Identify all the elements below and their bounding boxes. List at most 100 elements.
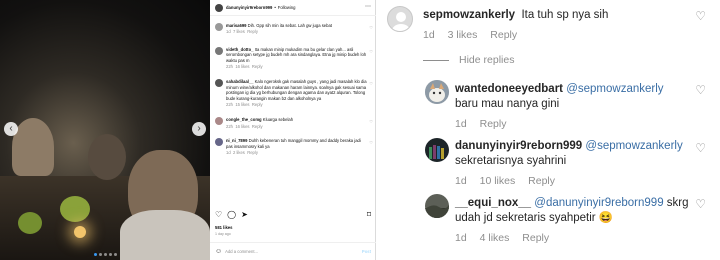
comment-likes[interactable]: 15 likes xyxy=(235,102,249,107)
comment-username[interactable]: wantedoneeyedbart xyxy=(455,83,563,95)
reply-button[interactable]: Reply xyxy=(252,124,263,129)
avatar[interactable] xyxy=(215,79,223,88)
heart-icon[interactable]: ♡ xyxy=(369,140,373,145)
hide-replies-button[interactable]: Hide replies xyxy=(423,54,514,66)
comment-text: Ita tuh sp nya sih xyxy=(521,9,609,21)
avatar[interactable] xyxy=(387,6,413,32)
comment-meta: 1d 3 likes Reply xyxy=(423,29,703,41)
comment-time: 1d xyxy=(455,232,467,244)
cat-photo-icon xyxy=(425,80,449,104)
bookmark-icon[interactable]: ⌑ xyxy=(367,210,371,219)
post-sidebar: danunyinyir9reborn999 • Following ⋯ mari… xyxy=(210,0,376,260)
follow-button[interactable]: Following xyxy=(278,5,296,10)
comment-line: sepmowzankerly Ita tuh sp nya sih xyxy=(423,8,703,23)
avatar[interactable] xyxy=(425,138,449,162)
reply-button[interactable]: Reply xyxy=(247,29,258,34)
comment-meta: 1d Reply xyxy=(455,118,680,130)
comment-meta: 1d 7 likes Reply xyxy=(226,29,368,34)
avatar[interactable] xyxy=(215,3,223,12)
heart-icon[interactable]: ♡ xyxy=(695,9,706,23)
separator: • xyxy=(274,4,276,10)
comment-time: 22h xyxy=(226,123,233,129)
comment-likes[interactable]: 10 likes xyxy=(480,175,516,187)
comment-likes[interactable]: 16 likes xyxy=(235,64,249,69)
comment-username[interactable]: congle_the_comg xyxy=(226,117,262,122)
bottles-photo-icon xyxy=(425,138,449,162)
comment-likes[interactable]: 16 likes xyxy=(235,124,249,129)
hide-replies-label: Hide replies xyxy=(459,54,515,66)
comment-body: wantedoneeyedbart @sepmowzankerly baru m… xyxy=(455,82,680,130)
avatar[interactable] xyxy=(215,23,223,31)
add-comment-input[interactable]: Add a comment... xyxy=(225,249,258,254)
list-item: sahabdilaal__ Kalo ngeroksk gak masalah … xyxy=(210,79,376,107)
screenshot-collage: ‹ › danunyinyir9reborn999 • Following ⋯ … xyxy=(0,0,720,260)
emoji-icon[interactable]: ☺ xyxy=(215,248,222,255)
comment-text: Kluarga sebelah xyxy=(262,117,294,123)
comment-time: 1d xyxy=(423,29,435,41)
post-photo[interactable]: ‹ › xyxy=(0,0,210,260)
comment-text: sekretarisnya syahrini xyxy=(455,155,567,167)
post-comment-button[interactable]: Post xyxy=(362,249,371,254)
mention-link[interactable]: @danunyinyir9reborn999 xyxy=(534,197,663,209)
comment-username[interactable]: marisa699 xyxy=(226,23,247,28)
comment-username[interactable]: ni_ni_7899 xyxy=(226,138,247,143)
mention-link[interactable]: @sepmowzankerly xyxy=(566,83,663,95)
heart-icon[interactable]: ♡ xyxy=(369,49,373,54)
list-item: videth_dotto_ Ita makan minip mukadim ma… xyxy=(210,46,376,70)
mention-link[interactable]: @sepmowzankerly xyxy=(585,140,682,152)
comment-username[interactable]: sepmowzankerly xyxy=(423,9,515,21)
carousel-prev-icon[interactable]: ‹ xyxy=(4,122,18,136)
list-item: congle_the_comg Kluarga sebelah 22h 16 l… xyxy=(210,117,376,129)
carousel-dots xyxy=(0,253,210,256)
reply-button[interactable]: Reply xyxy=(528,175,555,187)
comment-username[interactable]: danunyinyir9reborn999 xyxy=(455,140,582,152)
comment-body: __equi_nox__ @danunyinyir9reborn999 skrg… xyxy=(455,196,695,244)
reply-button[interactable]: Reply xyxy=(480,118,507,130)
ellipsis-icon[interactable]: ⋯ xyxy=(365,4,371,10)
heart-icon[interactable]: ♡ xyxy=(695,141,706,155)
avatar[interactable] xyxy=(215,117,223,126)
comment-username[interactable]: __equi_nox__ xyxy=(455,197,531,209)
comment-meta: 22h 15 likes Reply xyxy=(226,102,368,107)
heart-icon[interactable]: ♡ xyxy=(369,25,373,30)
comment-meta: 22h 16 likes Reply xyxy=(226,124,368,129)
avatar[interactable] xyxy=(425,194,449,218)
post-likes[interactable]: 581 likes xyxy=(215,225,232,230)
heart-icon[interactable]: ♡ xyxy=(695,197,706,211)
list-item: marisa699 Dih. Gpp sih min ita sebat. La… xyxy=(210,23,376,35)
reply-button[interactable]: Reply xyxy=(252,102,263,107)
comment-meta: 22h 16 likes Reply xyxy=(226,64,368,69)
comment-likes[interactable]: 3 likes xyxy=(448,29,478,41)
post-username[interactable]: danunyinyir9reborn999 xyxy=(226,5,272,10)
reply-button[interactable]: Reply xyxy=(522,232,549,244)
heart-icon[interactable]: ♡ xyxy=(369,119,373,124)
comment-body: sepmowzankerly Ita tuh sp nya sih 1d 3 l… xyxy=(423,8,703,41)
reply-button[interactable]: Reply xyxy=(490,29,517,41)
comment-line: danunyinyir9reborn999 @sepmowzankerly xyxy=(455,139,695,154)
comment-likes[interactable]: 4 likes xyxy=(480,232,510,244)
comment-username[interactable]: sahabdilaal__ xyxy=(226,79,253,84)
comment-username[interactable]: videth_dotto_ xyxy=(226,47,253,52)
comment-likes[interactable]: 2 likes xyxy=(233,150,245,155)
reply-button[interactable]: Reply xyxy=(247,150,258,155)
comment-likes[interactable]: 7 likes xyxy=(233,29,245,34)
heart-icon[interactable]: ♡ xyxy=(695,83,706,97)
comment-time: 22h xyxy=(226,102,233,108)
comment-time: 1d xyxy=(226,29,231,35)
reply-button[interactable]: Reply xyxy=(252,64,263,69)
post-date: 1 day ago xyxy=(215,232,231,236)
heart-icon[interactable]: ♡ xyxy=(215,210,222,219)
comment-meta: 1d 10 likes Reply xyxy=(455,175,695,187)
comment-thread: sepmowzankerly Ita tuh sp nya sih 1d 3 l… xyxy=(377,0,720,260)
heart-icon[interactable]: ♡ xyxy=(369,81,373,86)
avatar[interactable] xyxy=(215,138,223,147)
comment-icon[interactable]: ◯ xyxy=(227,210,236,219)
instagram-post: ‹ › danunyinyir9reborn999 • Following ⋯ … xyxy=(0,0,376,260)
photo-person xyxy=(12,118,54,176)
photo-coconut xyxy=(18,212,42,234)
carousel-next-icon[interactable]: › xyxy=(192,122,206,136)
avatar[interactable] xyxy=(215,46,223,55)
avatar[interactable] xyxy=(425,80,449,104)
comment-body: danunyinyir9reborn999 @sepmowzankerly se… xyxy=(455,139,695,187)
share-icon[interactable]: ➤ xyxy=(241,210,248,219)
